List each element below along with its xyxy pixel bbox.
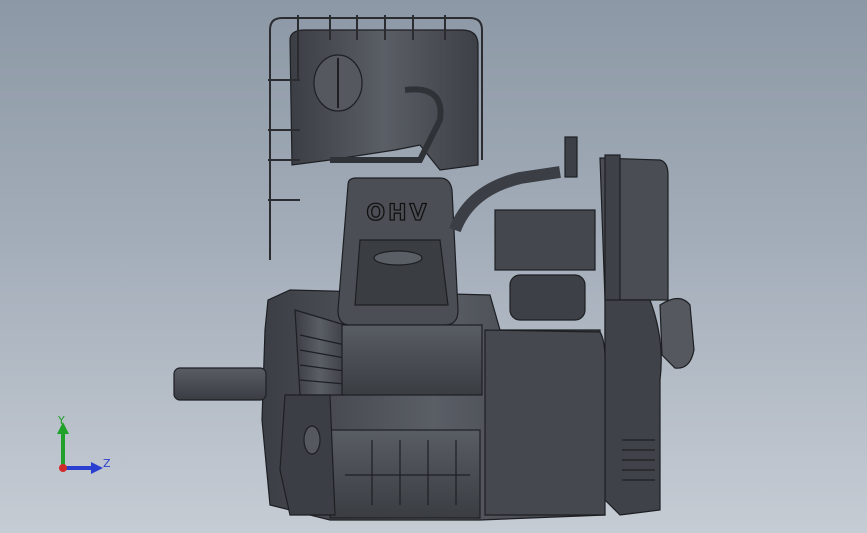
- cylinder-head: [341, 324, 483, 396]
- brand-emblem: [373, 250, 423, 266]
- starter-handle: [303, 425, 321, 455]
- z-axis-label: Z: [103, 457, 111, 470]
- carburetor-bowl: [509, 274, 586, 321]
- recoil-starter: [279, 394, 336, 516]
- x-axis-dot: [59, 464, 67, 472]
- side-cover: [484, 329, 606, 516]
- carburetor: [494, 209, 596, 271]
- y-axis-label: Y: [58, 414, 65, 427]
- engine-label: OHV: [366, 201, 429, 226]
- valve-cover-inner: [354, 239, 449, 306]
- lower-block: [329, 429, 481, 519]
- graphics-viewport[interactable]: OHV Y Z: [0, 0, 867, 533]
- engine-3d-model[interactable]: OHV: [0, 0, 867, 533]
- control-knob: [659, 297, 695, 369]
- exhaust-stub: [564, 136, 578, 178]
- output-shaft: [173, 367, 267, 401]
- blower-housing: [604, 299, 662, 516]
- z-axis-head: [91, 462, 103, 474]
